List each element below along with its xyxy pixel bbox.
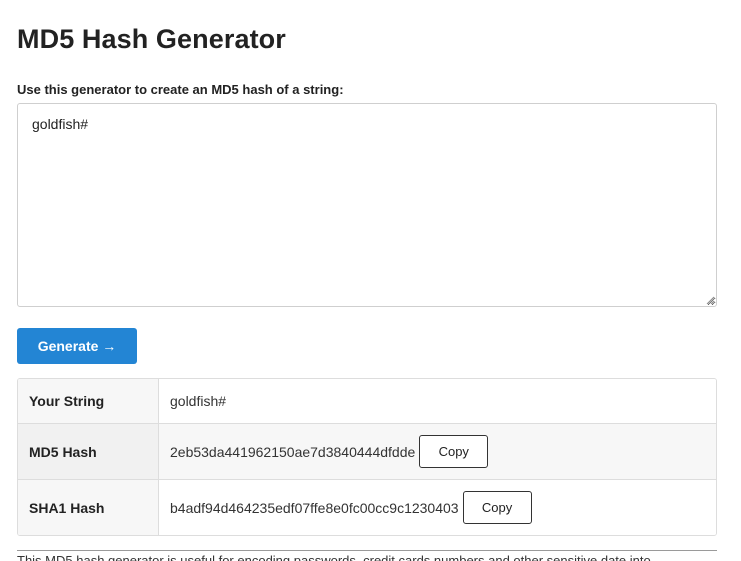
results-table: Your String goldfish# MD5 Hash 2eb53da44… (17, 378, 717, 536)
generate-button[interactable]: Generate → (17, 328, 137, 364)
row-value-text: goldfish# (170, 393, 227, 409)
copy-sha1-button[interactable]: Copy (462, 491, 532, 524)
row-value-text: 2eb53da441962150ae7d3840444dfdde (170, 443, 416, 460)
row-value-text: b4adf94d464235edf07ffe8e0fc00cc9c1230403 (170, 499, 459, 516)
string-input[interactable]: goldfish# (17, 103, 717, 307)
page: MD5 Hash Generator Use this generator to… (0, 0, 741, 561)
table-row-your-string: Your String goldfish# (18, 379, 716, 423)
table-row-md5-hash: MD5 Hash 2eb53da441962150ae7d3840444dfdd… (18, 423, 716, 479)
section-divider (17, 550, 717, 551)
copy-md5-button[interactable]: Copy (419, 435, 489, 468)
page-title: MD5 Hash Generator (17, 24, 286, 54)
row-label: SHA1 Hash (18, 480, 159, 535)
table-row-sha1-hash: SHA1 Hash b4adf94d464235edf07ffe8e0fc00c… (18, 479, 716, 535)
row-label: MD5 Hash (18, 424, 159, 479)
description-text: This MD5 hash generator is useful for en… (17, 553, 651, 561)
md5-hash-value: 2eb53da441962150ae7d3840444dfdde Copy (159, 424, 489, 479)
sha1-hash-value: b4adf94d464235edf07ffe8e0fc00cc9c1230403… (159, 480, 532, 535)
row-label: Your String (18, 379, 159, 423)
your-string-value: goldfish# (159, 379, 226, 423)
input-prompt-label: Use this generator to create an MD5 hash… (17, 82, 344, 97)
